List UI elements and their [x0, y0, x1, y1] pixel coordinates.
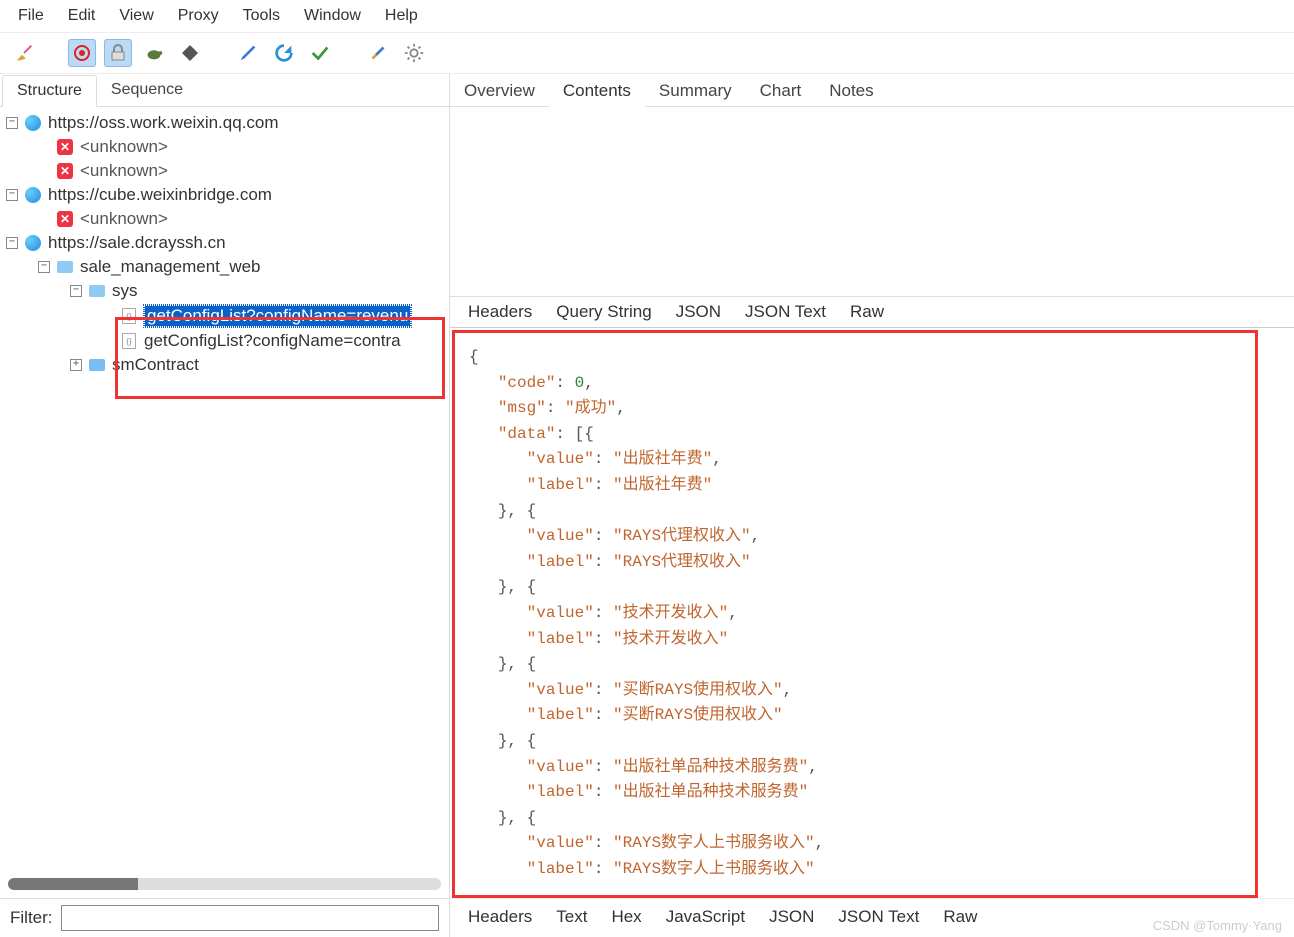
tools-icon[interactable] [364, 39, 392, 67]
right-tabs: Overview Contents Summary Chart Notes [450, 74, 1294, 107]
pen-icon[interactable] [234, 39, 262, 67]
error-icon: ✕ [56, 163, 74, 179]
tab-structure[interactable]: Structure [2, 75, 97, 107]
expand-icon[interactable]: + [70, 359, 82, 371]
tab-sequence[interactable]: Sequence [97, 75, 197, 107]
tab-overview[interactable]: Overview [450, 75, 549, 107]
tree-host[interactable]: −https://sale.dcrayssh.cn [0, 231, 449, 255]
btab-text[interactable]: Text [544, 903, 599, 931]
filter-bar: Filter: [0, 898, 449, 937]
folder-icon [88, 359, 106, 371]
tree-item[interactable]: ✕<unknown> [0, 135, 449, 159]
tab-summary[interactable]: Summary [645, 75, 746, 107]
menu-proxy[interactable]: Proxy [166, 4, 231, 28]
file-icon: {} [120, 333, 138, 349]
subtab-raw[interactable]: Raw [838, 297, 896, 327]
refresh-icon[interactable] [270, 39, 298, 67]
error-icon: ✕ [56, 139, 74, 155]
file-icon: {} [120, 308, 138, 324]
error-icon: ✕ [56, 211, 74, 227]
folder-icon [56, 261, 74, 273]
collapse-icon[interactable]: − [38, 261, 50, 273]
btab-headers[interactable]: Headers [456, 903, 544, 931]
collapse-icon[interactable]: − [6, 237, 18, 249]
btab-raw[interactable]: Raw [931, 903, 989, 931]
globe-icon [24, 187, 42, 203]
request-subtabs: Headers Query String JSON JSON Text Raw [450, 297, 1294, 328]
tree-item[interactable]: ✕<unknown> [0, 159, 449, 183]
subtab-json[interactable]: JSON [664, 297, 733, 327]
tree-folder[interactable]: +smContract [0, 353, 449, 377]
tree-host[interactable]: −https://oss.work.weixin.qq.com [0, 111, 449, 135]
tree-folder[interactable]: −sys [0, 279, 449, 303]
tree-folder[interactable]: −sale_management_web [0, 255, 449, 279]
left-tabs: Structure Sequence [0, 74, 449, 107]
globe-icon [24, 235, 42, 251]
tree-item[interactable]: ✕<unknown> [0, 207, 449, 231]
subtab-headers[interactable]: Headers [456, 297, 544, 327]
filter-input[interactable] [61, 905, 440, 931]
tree-request-selected[interactable]: {}getConfigList?configName=revenu [0, 303, 449, 329]
btab-json[interactable]: JSON [757, 903, 826, 931]
globe-icon [24, 115, 42, 131]
menu-window[interactable]: Window [292, 4, 373, 28]
broom-icon[interactable] [10, 39, 38, 67]
btab-json-text[interactable]: JSON Text [826, 903, 931, 931]
tab-notes[interactable]: Notes [815, 75, 887, 107]
collapse-icon[interactable]: − [6, 117, 18, 129]
menu-help[interactable]: Help [373, 4, 430, 28]
menu-edit[interactable]: Edit [56, 4, 108, 28]
menu-bar: File Edit View Proxy Tools Window Help [0, 0, 1294, 33]
main-split: Structure Sequence −https://oss.work.wei… [0, 74, 1294, 937]
subtab-querystring[interactable]: Query String [544, 297, 663, 327]
filter-label: Filter: [10, 908, 53, 928]
tree-host[interactable]: −https://cube.weixinbridge.com [0, 183, 449, 207]
toolbar [0, 33, 1294, 74]
horizontal-scrollbar[interactable] [8, 878, 441, 890]
tab-chart[interactable]: Chart [746, 75, 816, 107]
record-icon[interactable] [68, 39, 96, 67]
gear-icon[interactable] [400, 39, 428, 67]
collapse-icon[interactable]: − [70, 285, 82, 297]
request-preview-area [450, 107, 1294, 297]
menu-view[interactable]: View [107, 4, 165, 28]
tree-request[interactable]: {}getConfigList?configName=contra [0, 329, 449, 353]
subtab-json-text[interactable]: JSON Text [733, 297, 838, 327]
menu-file[interactable]: File [6, 4, 56, 28]
btab-javascript[interactable]: JavaScript [654, 903, 757, 931]
tree-view: −https://oss.work.weixin.qq.com ✕<unknow… [0, 107, 449, 870]
left-pane: Structure Sequence −https://oss.work.wei… [0, 74, 450, 937]
right-pane: Overview Contents Summary Chart Notes He… [450, 74, 1294, 937]
collapse-icon[interactable]: − [6, 189, 18, 201]
turtle-icon[interactable] [140, 39, 168, 67]
tab-contents[interactable]: Contents [549, 75, 645, 107]
lock-icon[interactable] [104, 39, 132, 67]
folder-icon [88, 285, 106, 297]
json-text-viewer[interactable]: { "code": 0, "msg": "成功", "data": [{ "va… [452, 330, 1258, 898]
check-icon[interactable] [306, 39, 334, 67]
breakpoint-icon[interactable] [176, 39, 204, 67]
btab-hex[interactable]: Hex [599, 903, 653, 931]
menu-tools[interactable]: Tools [231, 4, 292, 28]
watermark: CSDN @Tommy·Yang [1153, 918, 1282, 933]
